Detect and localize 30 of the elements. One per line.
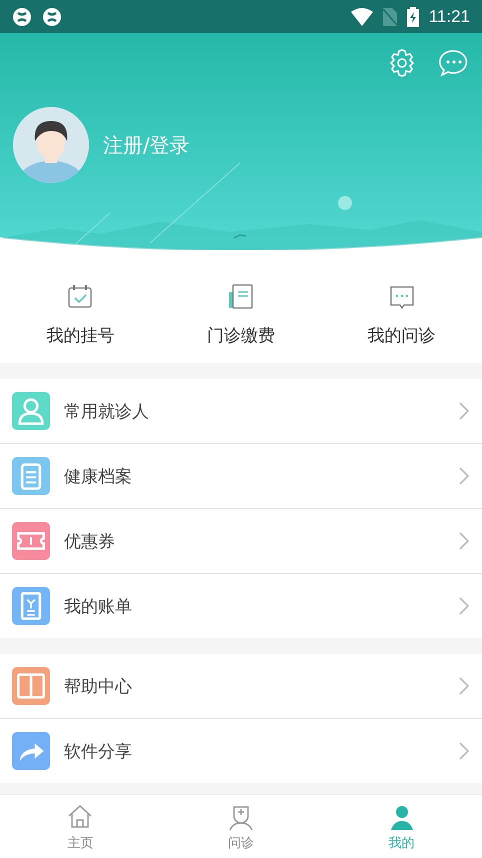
quick-action[interactable]: 我的挂号: [0, 282, 161, 347]
chat-icon[interactable]: [438, 47, 470, 79]
battery-icon: [406, 6, 419, 26]
quick-action[interactable]: 门诊缴费: [160, 282, 322, 347]
chevron-icon: [458, 531, 470, 551]
menu-item[interactable]: 优惠券: [0, 509, 482, 574]
chevron-icon: [458, 676, 470, 696]
nav-tab[interactable]: 问诊: [160, 795, 322, 858]
quick-action[interactable]: 我的问诊: [321, 282, 482, 347]
menu-label: 软件分享: [64, 740, 133, 762]
wifi-icon: [350, 8, 373, 26]
status-time: 11:21: [428, 6, 470, 26]
menu-label: 我的账单: [64, 596, 133, 618]
app-icon: [42, 6, 62, 26]
app-icon: [12, 6, 32, 26]
chevron-icon: [458, 741, 470, 761]
menu-item[interactable]: 软件分享: [0, 719, 482, 783]
menu-item[interactable]: 帮助中心: [0, 654, 482, 719]
menu-label: 健康档案: [64, 466, 133, 488]
menu-label: 帮助中心: [64, 676, 133, 698]
chevron-icon: [458, 401, 470, 421]
chevron-icon: [458, 466, 470, 486]
nav-tab[interactable]: 主页: [0, 795, 161, 858]
menu-item[interactable]: 我的账单: [0, 574, 482, 638]
menu-item[interactable]: 健康档案: [0, 444, 482, 509]
chevron-icon: [458, 596, 470, 616]
no-sim-icon: [382, 8, 397, 26]
menu-label: 常用就诊人: [64, 400, 150, 422]
menu-item[interactable]: 常用就诊人: [0, 379, 482, 444]
menu-label: 优惠券: [64, 530, 116, 552]
